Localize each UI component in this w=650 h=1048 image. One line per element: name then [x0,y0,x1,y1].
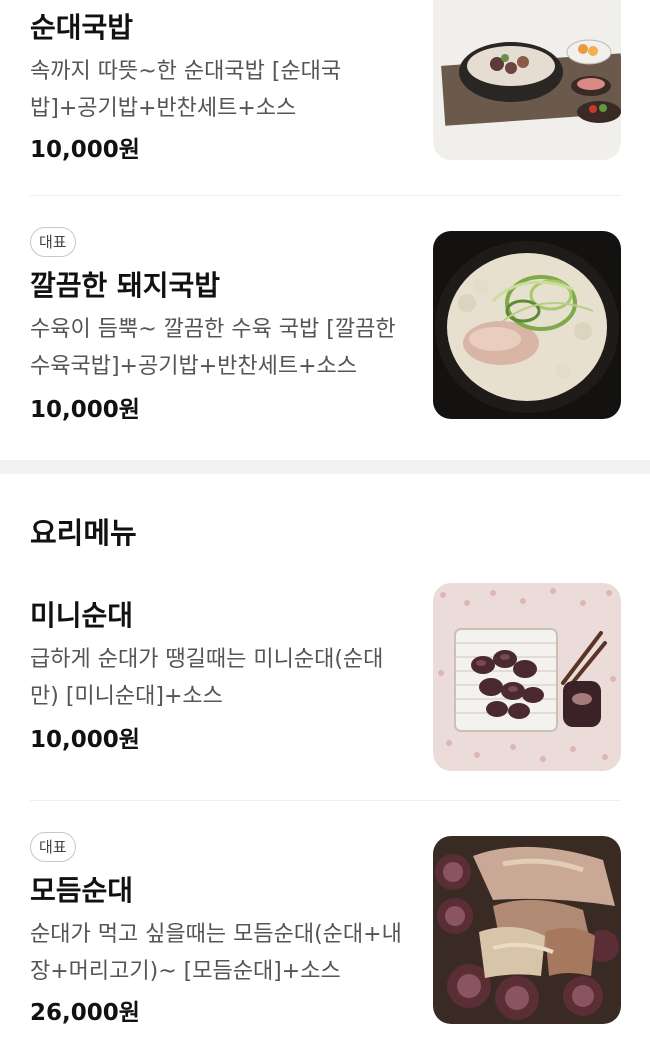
menu-item-price: 10,000원 [30,137,140,163]
menu-item-sundae-gukbap[interactable]: 순대국밥 속까지 따뜻~한 순대국밥 [순대국밥]+공기밥+반찬세트+소스 10… [0,0,650,195]
menu-item-assorted-sundae[interactable]: 대표 모듬순대 순대가 먹고 싶을때는 모듬순대(순대+내장+머리고기)~ [모… [0,801,650,1048]
menu-item-name: 미니순대 [30,599,134,632]
menu-item-name: 깔끔한 돼지국밥 [30,269,221,302]
menu-item-image [433,231,621,419]
menu-item-description: 급하게 순대가 땡길때는 미니순대(순대만) [미니순대]+소스 [30,647,384,709]
section-separator [0,460,650,474]
signature-badge: 대표 [30,832,76,862]
menu-item-name: 순대국밥 [30,11,134,44]
signature-badge: 대표 [30,227,76,257]
menu-item-name: 모듬순대 [30,874,134,907]
menu-item-price: 10,000원 [30,397,140,423]
menu-item-pork-gukbap[interactable]: 대표 깔끔한 돼지국밥 수육이 듬뿍~ 깔끔한 수육 국밥 [깔끔한수육국밥]+… [0,196,650,460]
menu-item-mini-sundae[interactable]: 미니순대 급하게 순대가 땡길때는 미니순대(순대만) [미니순대]+소스 10… [0,560,650,800]
menu-item-image [433,836,621,1024]
menu-item-description: 수육이 듬뿍~ 깔끔한 수육 국밥 [깔끔한수육국밥]+공기밥+반찬세트+소스 [30,317,396,379]
section-title: 요리메뉴 [30,516,137,550]
menu-item-price: 26,000원 [30,1000,140,1026]
menu-item-image [433,583,621,771]
menu-item-image [433,0,621,160]
menu-item-description: 순대가 먹고 싶을때는 모듬순대(순대+내장+머리고기)~ [모듬순대]+소스 [30,922,402,984]
menu-item-price: 10,000원 [30,727,140,753]
menu-item-description: 속까지 따뜻~한 순대국밥 [순대국밥]+공기밥+반찬세트+소스 [30,59,342,121]
